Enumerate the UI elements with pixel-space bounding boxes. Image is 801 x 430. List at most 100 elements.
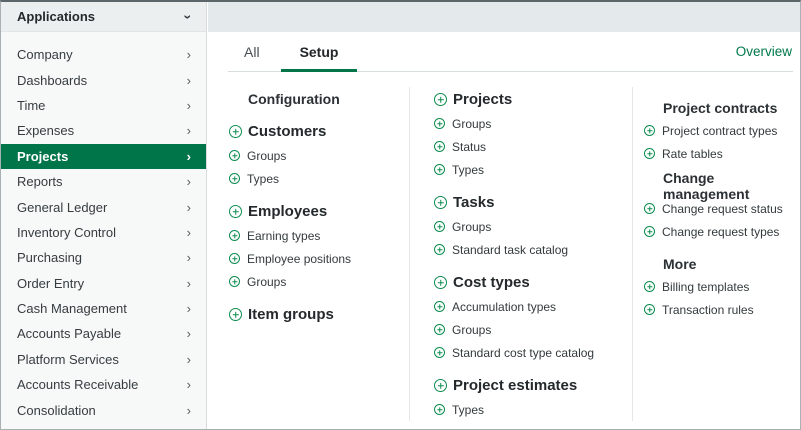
link-standard-cost-type-catalog[interactable]: Standard cost type catalog — [434, 341, 632, 364]
project-contracts-header: Project contracts — [663, 96, 800, 119]
link-project-contract-types[interactable]: Project contract types — [644, 119, 800, 142]
plus-circle-icon — [229, 253, 240, 264]
sidebar-item-label: Cash Management — [17, 301, 127, 316]
sidebar-item-cash-management[interactable]: Cash Management› — [1, 296, 206, 321]
plus-circle-icon — [434, 347, 445, 358]
sidebar-item-label: Time — [17, 98, 45, 113]
sidebar-item-projects[interactable]: Projects› — [1, 144, 206, 169]
more-header: More — [663, 252, 800, 275]
link-employee-groups[interactable]: Groups — [229, 270, 409, 293]
configuration-header: Configuration — [248, 87, 409, 110]
sidebar-item-reports[interactable]: Reports› — [1, 169, 206, 194]
plus-circle-icon — [229, 308, 242, 321]
plus-circle-icon — [229, 205, 242, 218]
sidebar-item-purchasing[interactable]: Purchasing› — [1, 245, 206, 270]
sidebar-item-platform-services[interactable]: Platform Services › — [1, 347, 206, 372]
link-project-estimates[interactable]: Project estimates — [434, 373, 632, 398]
plus-circle-icon — [644, 125, 655, 136]
group-tasks: Tasks Groups Standard task catalog — [434, 190, 632, 261]
sidebar-item-label: Projects — [17, 149, 68, 164]
sidebar-item-label: Company — [17, 47, 73, 62]
tab-bar: All Setup Overview — [228, 32, 793, 72]
link-project-groups[interactable]: Groups — [434, 112, 632, 135]
link-cost-types[interactable]: Cost types — [434, 270, 632, 295]
section-project-contracts: Project contracts Project contract types… — [644, 96, 800, 165]
link-estimate-types[interactable]: Types — [434, 398, 632, 421]
link-customers-types[interactable]: Types — [229, 167, 409, 190]
link-project-types[interactable]: Types — [434, 158, 632, 181]
tab-all[interactable]: All — [228, 32, 276, 71]
plus-circle-icon — [434, 276, 447, 289]
sidebar-item-accounts-receivable[interactable]: Accounts Receivable › — [1, 372, 206, 397]
link-employee-positions[interactable]: Employee positions — [229, 247, 409, 270]
link-cost-type-groups[interactable]: Groups — [434, 318, 632, 341]
plus-circle-icon — [644, 148, 655, 159]
sidebar-item-time[interactable]: Time› — [1, 93, 206, 118]
link-item-groups[interactable]: Item groups — [229, 302, 409, 327]
link-label: Groups — [452, 117, 491, 131]
link-task-groups[interactable]: Groups — [434, 215, 632, 238]
group-employees: Employees Earning types Employee positio… — [229, 199, 409, 293]
link-label: Earning types — [247, 229, 320, 243]
section-change-management: Change management Change request status … — [644, 174, 800, 243]
applications-menu-header[interactable]: Applications › — [1, 2, 206, 32]
sidebar-item-consolidation[interactable]: Consolidation› — [1, 397, 206, 422]
sidebar-item-general-ledger[interactable]: General Ledger› — [1, 194, 206, 219]
chevron-right-icon: › — [187, 353, 191, 366]
link-earning-types[interactable]: Earning types — [229, 224, 409, 247]
link-tasks[interactable]: Tasks — [434, 190, 632, 215]
link-label: Transaction rules — [662, 303, 754, 317]
link-employees[interactable]: Employees — [229, 199, 409, 224]
group-project-estimates: Project estimates Types — [434, 373, 632, 421]
plus-circle-icon — [434, 118, 445, 129]
sidebar-item-expenses[interactable]: Expenses› — [1, 118, 206, 143]
link-accumulation-types[interactable]: Accumulation types — [434, 295, 632, 318]
link-label: Groups — [247, 149, 286, 163]
group-title-label: Cost types — [453, 274, 530, 291]
link-label: Billing templates — [662, 280, 749, 294]
overview-link[interactable]: Overview — [736, 44, 792, 59]
sidebar-item-label: Inventory Control — [17, 225, 116, 240]
link-project-status[interactable]: Status — [434, 135, 632, 158]
link-customers[interactable]: Customers — [229, 119, 409, 144]
sidebar-item-company[interactable]: Company › — [1, 42, 206, 67]
link-rate-tables[interactable]: Rate tables — [644, 142, 800, 165]
group-title-label: Tasks — [453, 194, 494, 211]
link-transaction-rules[interactable]: Transaction rules — [644, 298, 800, 321]
link-label: Project contract types — [662, 124, 777, 138]
link-projects[interactable]: Projects — [434, 87, 632, 112]
sidebar-item-label: Reports — [17, 174, 63, 189]
link-billing-templates[interactable]: Billing templates — [644, 275, 800, 298]
section-more: More Billing templates Transaction rules — [644, 252, 800, 321]
plus-circle-icon — [229, 150, 240, 161]
link-standard-task-catalog[interactable]: Standard task catalog — [434, 238, 632, 261]
sidebar-item-inventory-control[interactable]: Inventory Control› — [1, 220, 206, 245]
link-label: Types — [247, 172, 279, 186]
tab-setup[interactable]: Setup — [281, 32, 358, 71]
plus-circle-icon — [434, 196, 447, 209]
link-label: Accumulation types — [452, 300, 556, 314]
group-title-label: Employees — [248, 203, 327, 220]
chevron-right-icon: › — [187, 201, 191, 214]
sidebar-item-order-entry[interactable]: Order Entry› — [1, 271, 206, 296]
plus-circle-icon — [229, 230, 240, 241]
sidebar-item-label: Platform Services — [17, 352, 119, 367]
chevron-right-icon: › — [187, 251, 191, 264]
chevron-right-icon: › — [187, 378, 191, 391]
plus-circle-icon — [229, 276, 240, 287]
plus-circle-icon — [644, 203, 655, 214]
sidebar-item-label: Accounts Receivable — [17, 377, 138, 392]
link-change-request-types[interactable]: Change request types — [644, 220, 800, 243]
link-customers-groups[interactable]: Groups — [229, 144, 409, 167]
sidebar-item-dashboards[interactable]: Dashboards› — [1, 67, 206, 92]
chevron-right-icon: › — [187, 277, 191, 290]
plus-circle-icon — [434, 141, 445, 152]
link-label: Rate tables — [662, 147, 723, 161]
chevron-right-icon: › — [187, 48, 191, 61]
applications-sidebar: Applications › Company › Dashboards› Time… — [1, 2, 207, 429]
top-band — [208, 2, 800, 32]
sidebar-item-accounts-payable[interactable]: Accounts Payable› — [1, 321, 206, 346]
link-label: Standard cost type catalog — [452, 346, 594, 360]
chevron-right-icon: › — [187, 124, 191, 137]
chevron-right-icon: › — [187, 74, 191, 87]
